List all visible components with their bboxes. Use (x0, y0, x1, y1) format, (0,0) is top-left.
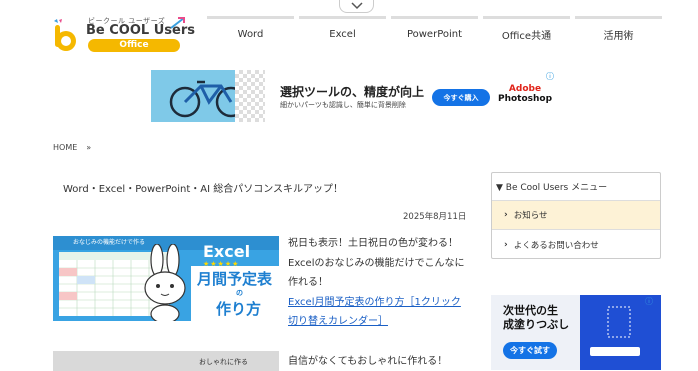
nav-office-common[interactable]: Office共通 (483, 16, 570, 50)
sidebar-item-label: お知らせ (513, 211, 548, 221)
thumb1-no: の (236, 289, 243, 297)
breadcrumb-home[interactable]: HOME (53, 143, 77, 152)
chevron-right-icon: › (504, 239, 508, 250)
ad-subtext: 細かいパーツも認識し、簡単に背景削除 (280, 101, 406, 109)
ad-banner[interactable]: 選択ツールの、精度が向上 細かいパーツも認識し、簡単に背景削除 今すぐ購入 Ad… (151, 70, 566, 122)
sidebar-ad[interactable]: 次世代の生 成塗りつぶし 今すぐ試す ⓘ (491, 295, 661, 370)
thumb1-subtitle: 作り方 (216, 300, 262, 318)
post-date: 2025年8月11日 (403, 212, 467, 222)
post1-excerpt: 祝日も表示！土日祝日の色が変わる！Excelのおなじみの機能だけでこんなに作れる… (288, 238, 465, 288)
sidebar-menu: ▼ Be Cool Users メニュー › お知らせ › よくあるお問い合わせ (491, 172, 661, 259)
ad-brand-top: Adobe (508, 84, 542, 94)
breadcrumb: HOME » (53, 143, 100, 152)
thumb2-caption: おしゃれに作る (199, 358, 248, 366)
ad-info-icon[interactable]: ⓘ⃝ (546, 71, 554, 82)
post1-link[interactable]: Excel月間予定表の作り方［1クリック切り替えカレンダー］ (288, 297, 461, 328)
nav-word[interactable]: Word (207, 16, 294, 50)
chevron-right-icon: › (504, 210, 508, 220)
logo-arrow-icon (170, 17, 185, 29)
ad-brand: Adobe Photoshop (495, 84, 555, 104)
sidebar-ad-info-icon[interactable]: ⓘ (645, 296, 653, 307)
sidebar-ad-try-button[interactable]: 今すぐ試す (503, 342, 557, 359)
nav-tips[interactable]: 活用術 (575, 16, 662, 50)
ad-headline: 選択ツールの、精度が向上 (280, 85, 425, 99)
sidebar-item-faq[interactable]: › よくあるお問い合わせ (492, 230, 660, 259)
intro-text: Word・Excel・PowerPoint・AI 総合パソコンスキルアップ！ (63, 184, 344, 195)
site-logo[interactable]: ビークール ユーザーズ Be COOL Users Office (52, 15, 195, 55)
chevron-down-icon (350, 1, 363, 9)
post1-text: 祝日も表示！土日祝日の色が変わる！Excelのおなじみの機能だけでこんなに作れる… (288, 234, 468, 332)
sidebar-ad-headline: 次世代の生 成塗りつぶし (503, 304, 569, 332)
logo-office-pill: Office (88, 39, 180, 52)
ad-buy-button[interactable]: 今すぐ購入 (432, 89, 490, 106)
sidebar-item-label: よくあるお問い合わせ (513, 240, 599, 251)
collapse-toggle[interactable] (339, 0, 374, 13)
post2-thumbnail[interactable]: おしゃれに作る (53, 351, 279, 371)
sidebar-item-news[interactable]: › お知らせ (492, 201, 660, 230)
ad-checker-pattern (235, 70, 265, 122)
thumb1-excel-label: Excel (203, 242, 251, 261)
logo-mark-icon (54, 19, 76, 51)
sidebar-ad-line2: 成塗りつぶし (503, 318, 570, 331)
post1-thumbnail[interactable]: おなじみの機能だけで作る Excel ★★★★★ 月間予定表 の 作り方 (53, 236, 279, 321)
rabbit-mascot-icon (144, 244, 186, 321)
nav-powerpoint[interactable]: PowerPoint (391, 16, 478, 50)
ad-brand-bottom: Photoshop (497, 94, 553, 104)
breadcrumb-separator: » (86, 143, 92, 152)
nav-excel[interactable]: Excel (299, 16, 386, 50)
thumb1-title: 月間予定表 (197, 270, 273, 288)
main-nav: Word Excel PowerPoint Office共通 活用術 (207, 16, 667, 50)
sidebar-ad-line1: 次世代の生 (503, 304, 558, 317)
sidebar-menu-title[interactable]: ▼ Be Cool Users メニュー (492, 173, 660, 201)
